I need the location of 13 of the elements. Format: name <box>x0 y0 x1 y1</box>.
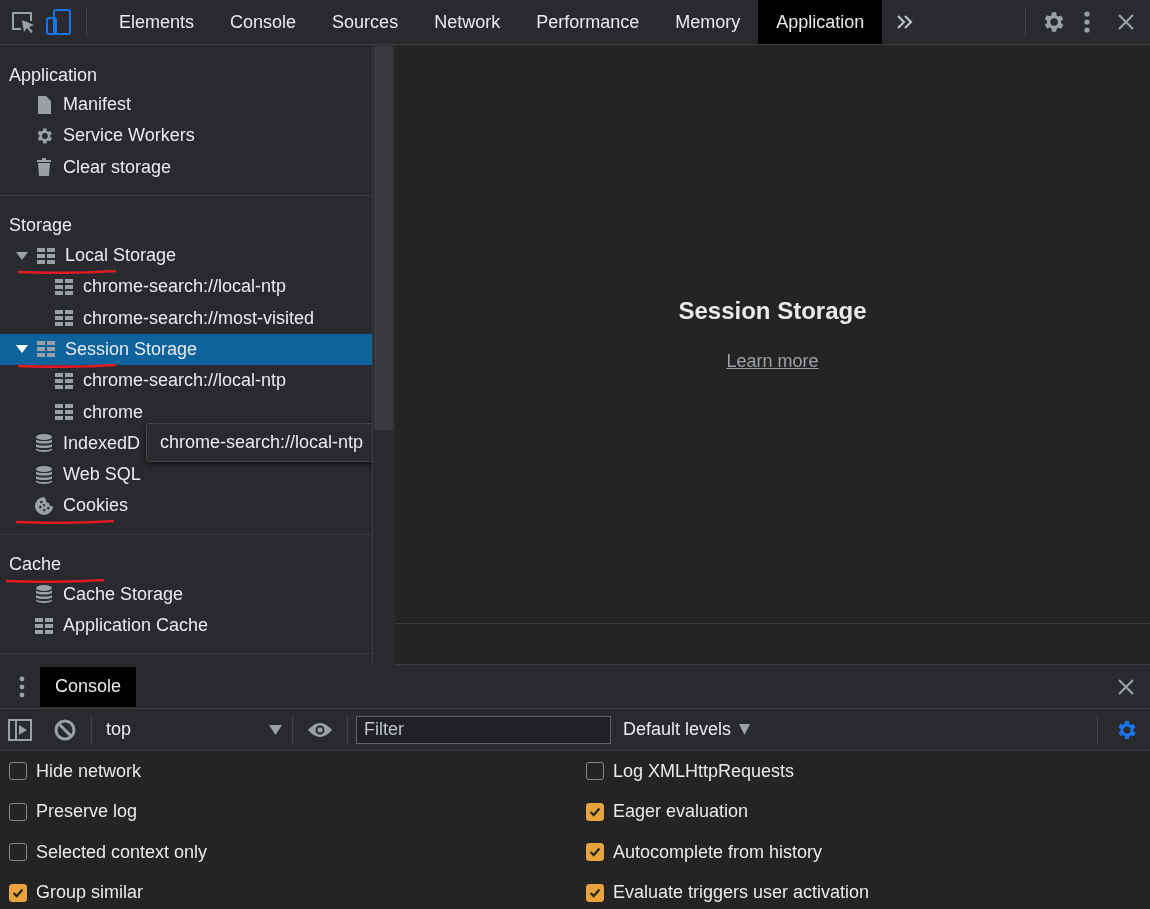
panel-title: Session Storage <box>678 296 867 325</box>
checkbox-label: Selected context only <box>36 841 208 863</box>
section-heading: Cache <box>9 554 62 576</box>
checkbox-label: Preserve log <box>36 801 138 823</box>
checkbox-label: Evaluate triggers user activation <box>613 882 870 904</box>
checkbox-label: Hide network <box>36 760 142 782</box>
checkbox-label: Eager evaluation <box>613 801 749 823</box>
checkbox-label: Log XMLHttpRequests <box>613 760 795 782</box>
section-heading: Storage <box>9 215 73 237</box>
checkbox-label: Group similar <box>36 882 144 904</box>
tooltip: chrome-search://local-ntp <box>146 423 372 462</box>
section-heading: Application <box>9 64 98 86</box>
checkbox-label: Autocomplete from history <box>613 841 823 863</box>
